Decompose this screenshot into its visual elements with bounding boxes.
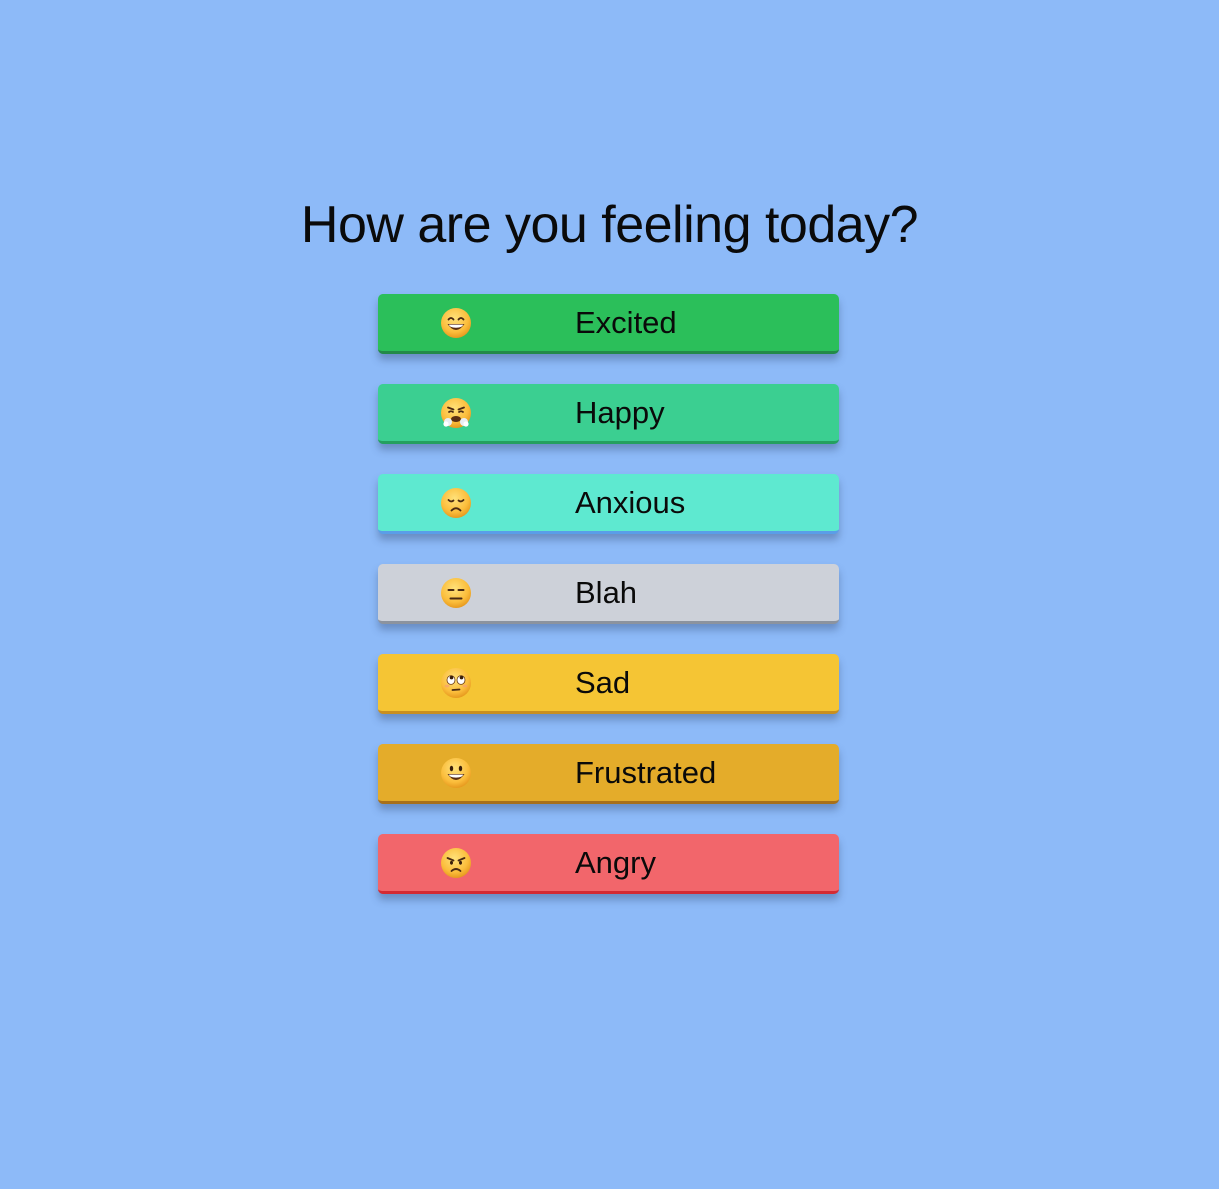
mood-label: Anxious bbox=[575, 485, 686, 520]
disappointed-face-icon bbox=[441, 488, 471, 518]
mood-label: Excited bbox=[575, 305, 677, 340]
mood-button-frustrated[interactable]: Frustrated bbox=[378, 744, 839, 804]
mood-label: Frustrated bbox=[575, 755, 717, 790]
mood-button-angry[interactable]: Angry bbox=[378, 834, 839, 894]
mood-label: Happy bbox=[575, 395, 665, 430]
page: How are you feeling today? Excited Happy… bbox=[0, 0, 1219, 1189]
mood-label: Sad bbox=[575, 665, 631, 700]
mood-button-blah[interactable]: Blah bbox=[378, 564, 839, 624]
mood-button-happy[interactable]: Happy bbox=[378, 384, 839, 444]
mood-button-excited[interactable]: Excited bbox=[378, 294, 839, 354]
expressionless-face-icon bbox=[441, 578, 471, 608]
page-title: How are you feeling today? bbox=[300, 196, 919, 254]
mood-list: Excited Happy Anxious Blah Sad Frustrate… bbox=[378, 294, 839, 924]
mood-button-anxious[interactable]: Anxious bbox=[378, 474, 839, 534]
angry-face-icon bbox=[441, 848, 471, 878]
smiling-face-icon bbox=[441, 758, 471, 788]
mood-button-sad[interactable]: Sad bbox=[378, 654, 839, 714]
mood-label: Angry bbox=[575, 845, 656, 880]
face-with-steam-icon bbox=[441, 398, 471, 428]
grinning-face-icon bbox=[441, 308, 471, 338]
rolling-eyes-face-icon bbox=[441, 668, 471, 698]
mood-label: Blah bbox=[575, 575, 638, 610]
